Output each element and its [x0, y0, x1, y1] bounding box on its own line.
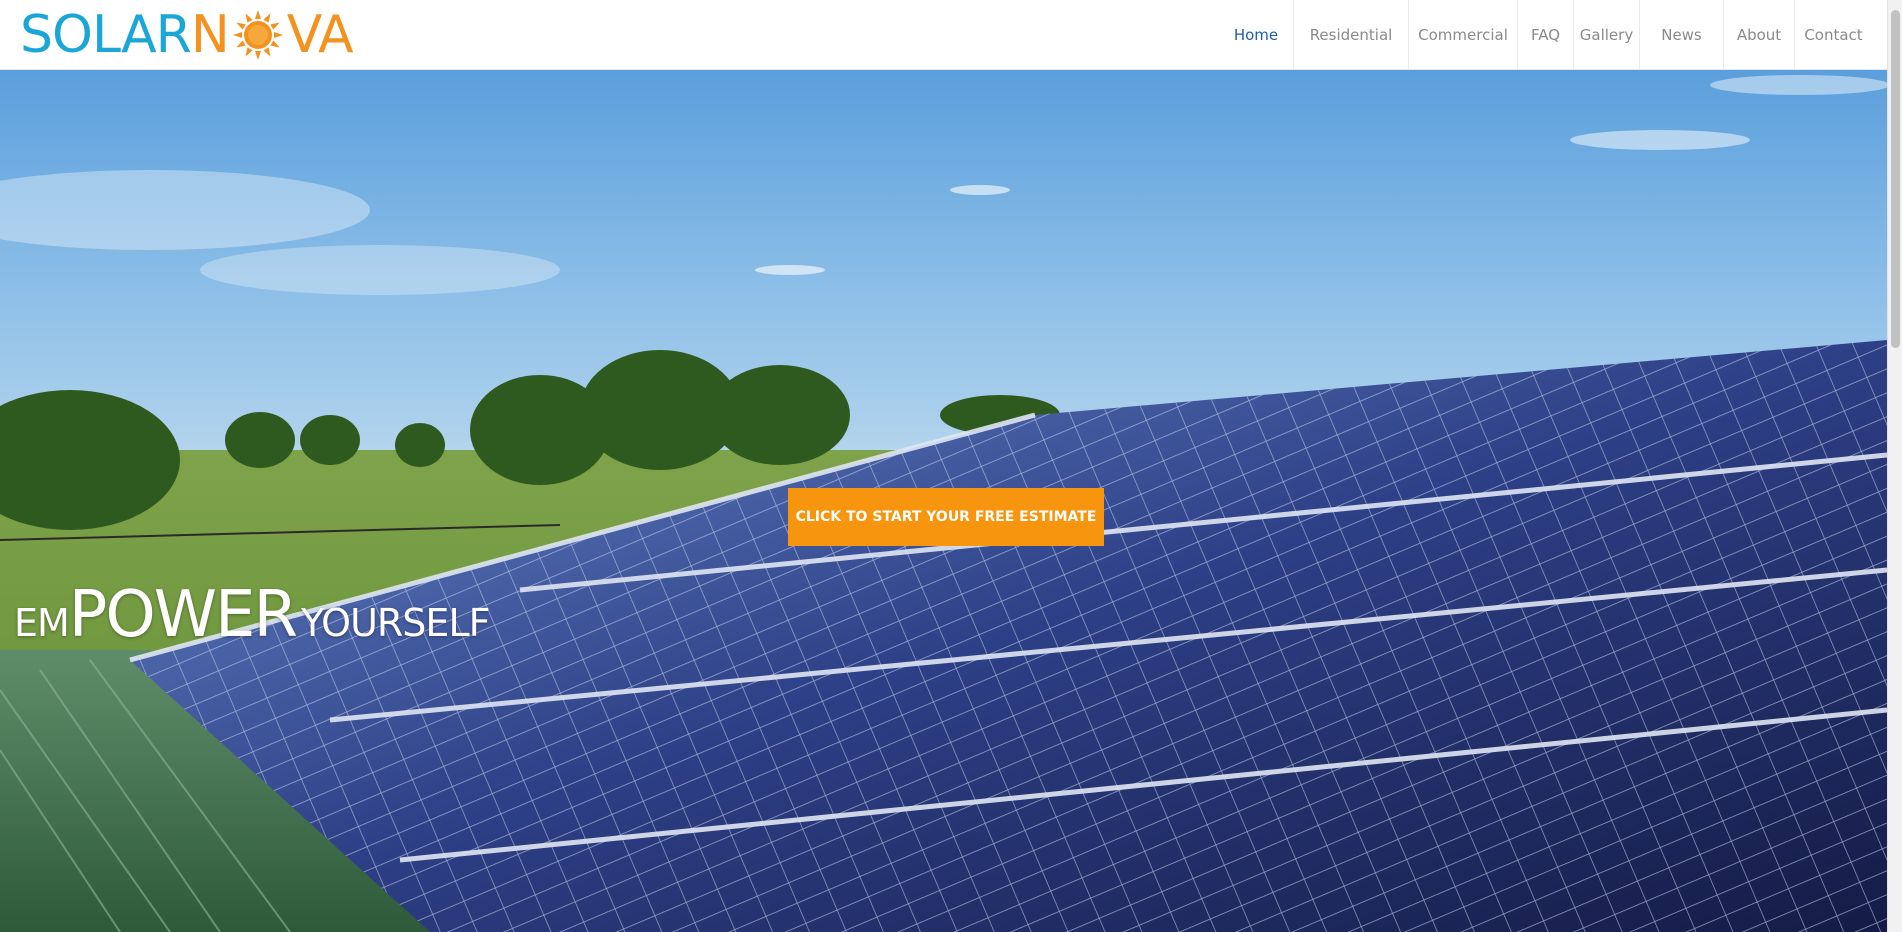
nav-item-home[interactable]: Home: [1219, 0, 1293, 70]
logo-va-text: VA: [286, 5, 354, 65]
solarnova-logo[interactable]: SOLAR N VA: [20, 5, 354, 65]
tagline-yourself: YOURSELF: [301, 601, 490, 645]
hero-tagline: EMPOWER YOURSELF: [14, 578, 490, 652]
site-header: SOLAR N VA Home Residential Commercial F…: [0, 0, 1887, 70]
sun-icon: [229, 9, 287, 61]
hero-banner: CLICK TO START YOUR FREE ESTIMATE EMPOWE…: [0, 70, 1887, 932]
nav-item-gallery[interactable]: Gallery: [1573, 0, 1639, 70]
free-estimate-button[interactable]: CLICK TO START YOUR FREE ESTIMATE: [788, 488, 1104, 546]
nav-item-about[interactable]: About: [1723, 0, 1794, 70]
logo-solar-text: SOLAR: [20, 5, 192, 65]
nav-item-residential[interactable]: Residential: [1293, 0, 1408, 70]
logo-n-text: N: [190, 5, 230, 65]
nav-item-commercial[interactable]: Commercial: [1408, 0, 1517, 70]
tagline-em: EM: [14, 601, 70, 645]
tagline-power: POWER: [68, 578, 298, 652]
scrollbar-thumb[interactable]: [1891, 10, 1900, 348]
nav-item-contact[interactable]: Contact: [1794, 0, 1872, 70]
nav-item-faq[interactable]: FAQ: [1517, 0, 1573, 70]
main-nav: Home Residential Commercial FAQ Gallery …: [1219, 0, 1872, 70]
page-scrollbar[interactable]: [1887, 0, 1902, 932]
nav-item-news[interactable]: News: [1639, 0, 1723, 70]
